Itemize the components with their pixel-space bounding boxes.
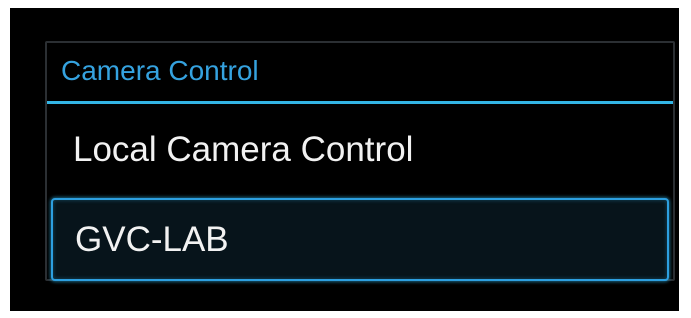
screen-background: Camera Control Local Camera Control GVC-… bbox=[10, 8, 679, 311]
option-local-camera-control[interactable]: Local Camera Control bbox=[47, 106, 673, 194]
dialog-title: Camera Control bbox=[61, 55, 259, 86]
camera-control-dialog: Camera Control Local Camera Control GVC-… bbox=[45, 41, 675, 281]
option-gvc-lab[interactable]: GVC-LAB bbox=[51, 198, 669, 281]
title-divider bbox=[47, 101, 673, 104]
